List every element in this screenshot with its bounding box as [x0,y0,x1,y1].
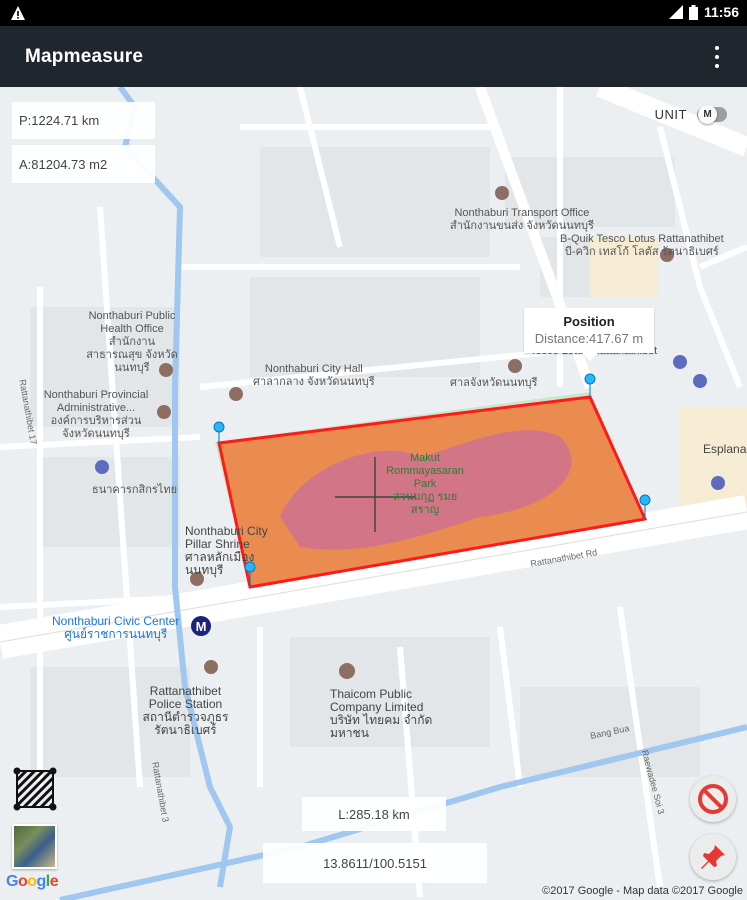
status-time: 11:56 [703,4,739,20]
pin-button[interactable] [690,834,736,880]
unit-switch[interactable]: UNIT M [654,105,727,124]
svg-text:M: M [196,619,207,634]
no-entry-icon [698,784,728,814]
place-label: Thaicom Public Company Limited บริษัท ไทย… [330,687,433,740]
perimeter-display: P:1224.71 km [12,102,155,139]
popup-distance: Distance:417.67 m [534,331,644,346]
position-popup: Position Distance:417.67 m [524,308,654,361]
map-copyright: ©2017 Google - Map data ©2017 Google [542,885,743,897]
signal-icon [668,5,683,19]
unit-toggle[interactable]: M [697,105,727,124]
place-label: ธนาคารกสิกรไทย [92,484,178,496]
place-label: Nonthaburi Provincial Administrative... อ… [43,389,149,440]
place-label: Nonthaburi Transport Office สำนักงานขนส่ง… [450,207,594,232]
warning-icon [11,6,25,20]
area-display: A:81204.73 m2 [12,145,155,183]
place-label: ศาลจังหวัดนนทบุรี [450,377,538,389]
civic-center-label: Nonthaburi Civic Center ศูนย์ราชการนนทบุร… [52,614,180,641]
place-label: Nonthaburi Public Health Office สำนักงานส… [86,310,178,374]
pushpin-icon [701,845,725,869]
polygon-mode-icon[interactable] [12,766,58,812]
status-bar: 11:56 [0,0,747,26]
map-view[interactable]: M Nonthaburi Transport Office สำนักงานขนส… [0,87,747,900]
length-display: L:285.18 km [302,797,446,831]
overflow-menu-icon[interactable] [713,46,721,68]
clear-button[interactable] [690,776,736,822]
popup-title: Position [563,314,615,329]
place-label: Nonthaburi City Pillar Shrine ศาลหลักเมือ… [185,524,268,577]
coordinates-display: 13.8611/100.5151 [263,843,487,883]
satellite-layer-button[interactable] [12,824,57,869]
park-label: Makut Rommayasaran Park สวนมกุฏ รมยสราญ [386,452,464,516]
unit-toggle-knob: M [698,105,717,124]
battery-icon [688,4,698,20]
google-logo: Google [6,873,59,890]
app-title: Mapmeasure [25,46,144,67]
place-label: Nonthaburi City Hall ศาลากลาง จังหวัดนนทบ… [253,363,375,388]
place-label: Esplanade Ngamwongwan [703,443,747,456]
place-label: B-Quik Tesco Lotus Rattanathibet บี-ควิก … [560,233,724,258]
app-bar: Mapmeasure [0,26,747,87]
unit-label: UNIT [654,107,687,122]
place-label: Rattanathibet Police Station สถานีตำรวจภู… [142,684,229,737]
